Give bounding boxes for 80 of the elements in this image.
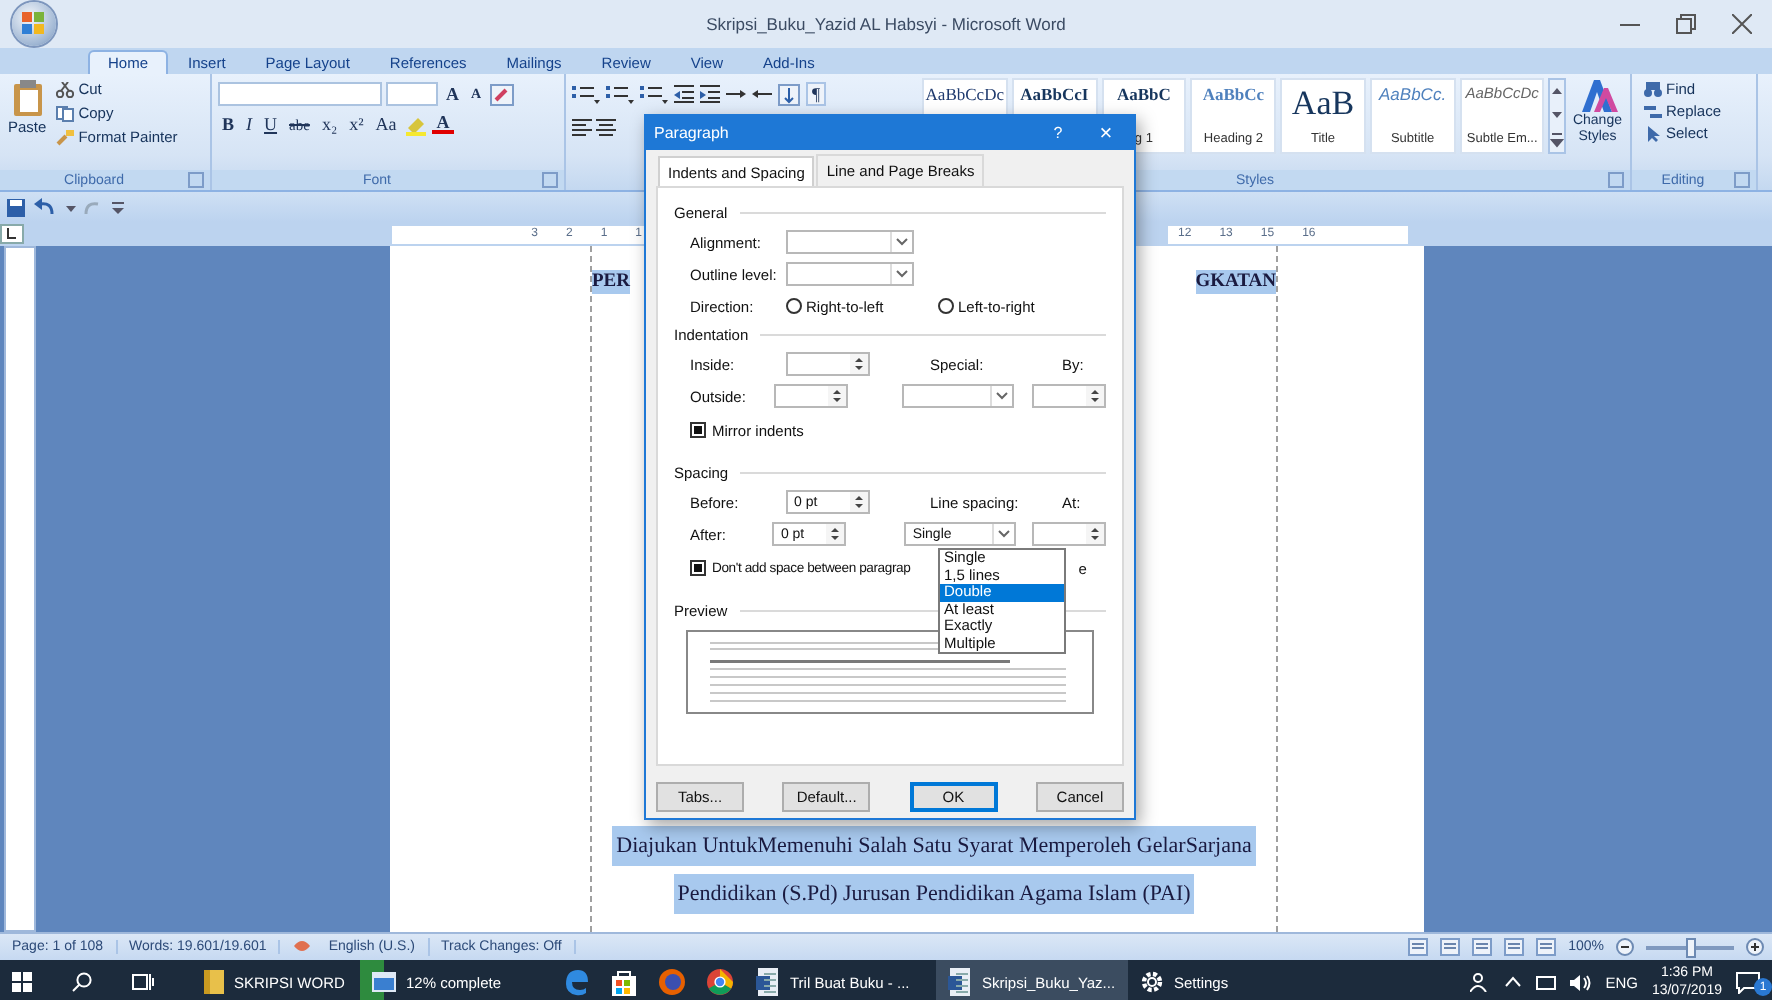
font-name-field[interactable] [218, 82, 382, 106]
close-icon[interactable] [1732, 14, 1752, 34]
gallery-scroll-icon[interactable] [1548, 78, 1567, 154]
outside-indent-field[interactable] [774, 384, 849, 408]
window-title: Skripsi_Buku_Yazid AL Habsyi - Microsoft Word [706, 14, 1066, 34]
font-size-button[interactable]: A [442, 82, 463, 106]
clipboard-icon [11, 80, 44, 116]
cursor-icon [1644, 125, 1662, 141]
document-heading: PER [592, 270, 630, 294]
font-color-button[interactable]: A [432, 114, 454, 134]
task-view-icon [132, 972, 154, 992]
document-text: Pendidikan (S.Pd) Jurusan Pendidikan Agama Islam (PAI) [673, 874, 1195, 914]
binoculars-icon [1644, 81, 1662, 97]
inside-indent-field[interactable] [786, 352, 870, 376]
numbering-icon[interactable] [606, 84, 634, 104]
sort-icon[interactable] [778, 83, 800, 105]
help-button[interactable]: ? [1038, 122, 1078, 144]
format-button[interactable]: I [242, 112, 257, 136]
scissors-icon [56, 81, 75, 97]
zoom-out-icon[interactable] [1616, 938, 1634, 956]
reading-icon[interactable] [1440, 938, 1461, 956]
windows-logo-icon [12, 972, 32, 992]
show-formatting-button[interactable]: ¶ [806, 82, 827, 106]
tab-selector-icon[interactable] [0, 224, 24, 244]
customize-icon[interactable] [112, 197, 124, 217]
document-icon [756, 968, 780, 996]
zoom-in-icon[interactable] [1746, 938, 1764, 956]
web-layout-icon[interactable] [1472, 938, 1493, 956]
save-icon[interactable] [6, 197, 26, 217]
outline-icon[interactable] [1504, 938, 1525, 956]
office-button[interactable] [12, 2, 56, 46]
spinner-arrows-icon [850, 354, 868, 374]
at-field[interactable] [1032, 522, 1106, 546]
speech-bubble-icon [1736, 971, 1760, 993]
right-to-left-icon[interactable] [752, 84, 772, 104]
shopping-bag-icon[interactable] [610, 968, 638, 996]
align-center-icon[interactable] [596, 118, 616, 136]
styles-icon [1577, 78, 1618, 114]
gear-icon [1140, 970, 1164, 994]
spinner-arrows-icon [1085, 524, 1104, 544]
spinner-arrows-icon [850, 492, 868, 512]
document-text: Diajukan UntukMemenuhi Salah Satu Syarat Memperoleh GelarSarjana [612, 826, 1256, 866]
chevron-down-icon [896, 270, 908, 278]
window-icon [372, 972, 396, 992]
decrease-indent-icon[interactable] [674, 84, 694, 104]
speaker-icon[interactable] [1569, 973, 1592, 991]
draft-icon[interactable] [1536, 938, 1557, 956]
font-size-field[interactable] [386, 82, 438, 106]
multilevel-list-icon[interactable] [640, 84, 668, 104]
chevron-down-icon [996, 392, 1009, 400]
brush-icon [56, 129, 75, 145]
format-button[interactable]: x² [345, 112, 368, 136]
document-icon [948, 968, 972, 996]
restore-icon[interactable] [1676, 14, 1696, 34]
spinner-arrows-icon [828, 386, 847, 406]
format-button[interactable]: U [260, 112, 282, 136]
chevron-down-icon [997, 530, 1010, 538]
chevron-up-icon[interactable] [1503, 974, 1522, 990]
undo-icon[interactable] [34, 197, 58, 217]
clear-formatting-icon[interactable] [489, 83, 514, 105]
format-button[interactable]: B [218, 112, 239, 136]
people-icon[interactable] [1469, 972, 1490, 992]
align-left-icon[interactable] [572, 118, 592, 136]
network-icon[interactable] [1535, 973, 1556, 991]
by-field[interactable] [1031, 384, 1106, 408]
increase-indent-icon[interactable] [700, 84, 720, 104]
spinner-arrows-icon [825, 524, 844, 544]
replace-icon [1644, 103, 1662, 119]
print-layout-icon[interactable] [1408, 938, 1429, 956]
search-icon [72, 972, 92, 992]
folder-icon [204, 970, 224, 994]
dialog-title: Paragraph [654, 124, 729, 142]
left-to-right-icon[interactable] [726, 84, 746, 104]
format-button[interactable]: x₂ [317, 112, 342, 136]
format-button[interactable]: Aa [371, 112, 401, 136]
spinner-arrows-icon [1085, 386, 1104, 406]
document-heading: GKATAN [1195, 270, 1276, 294]
copy-icon [56, 105, 75, 121]
bullets-icon[interactable] [572, 84, 600, 104]
chevron-down-icon [896, 238, 908, 246]
